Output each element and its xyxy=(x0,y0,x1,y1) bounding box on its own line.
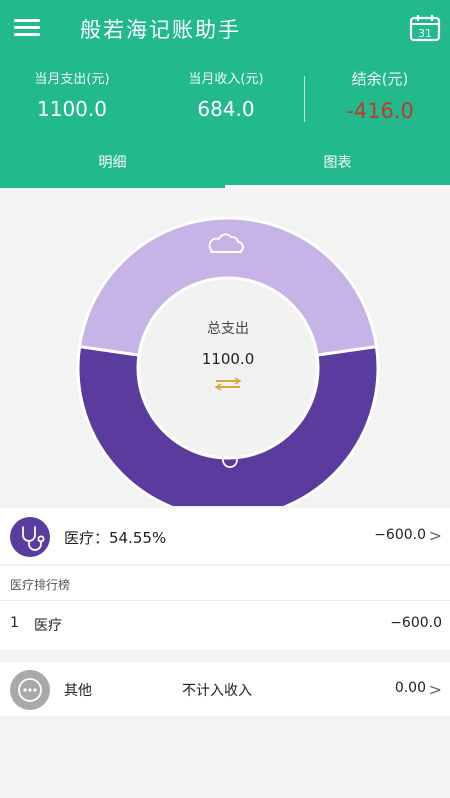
swap-icon[interactable] xyxy=(213,378,243,390)
ranking-divider xyxy=(0,600,450,601)
total-expense-value: 1100.0 xyxy=(201,350,255,368)
category-amount: −600.0 xyxy=(374,527,426,543)
other-name: 其他 xyxy=(64,683,92,699)
ranking-section: 医疗排行榜 1 医疗 −600.0 xyxy=(0,566,450,650)
app-header: 般若海记账助手 31 当月支出(元) 1100.0 当月收入(元) 684.0 … xyxy=(0,0,450,188)
month-balance: 结余(元) -416.0 xyxy=(320,68,440,123)
calendar-day: 31 xyxy=(418,27,432,40)
other-note: 不计入收入 xyxy=(182,683,252,699)
month-balance-value: -416.0 xyxy=(346,99,414,123)
stats-divider xyxy=(304,76,305,122)
donut-center: 总支出 1100.0 xyxy=(140,280,316,456)
total-expense-label: 总支出 xyxy=(207,321,249,337)
chevron-right-icon: > xyxy=(428,526,442,545)
category-row-medical[interactable]: 医疗：54.55% −600.0 > xyxy=(0,508,450,564)
ranking-number: 1 xyxy=(10,615,19,631)
calendar-icon[interactable]: 31 xyxy=(409,14,441,42)
month-expense-value: 1100.0 xyxy=(37,97,107,121)
chevron-right-icon: > xyxy=(428,680,442,699)
month-expense-label: 当月支出(元) xyxy=(34,72,110,87)
app-title: 般若海记账助手 xyxy=(80,18,241,42)
month-income: 当月收入(元) 684.0 xyxy=(166,68,286,121)
month-balance-label: 结余(元) xyxy=(351,70,409,88)
month-income-label: 当月收入(元) xyxy=(188,72,264,87)
month-expense: 当月支出(元) 1100.0 xyxy=(12,68,132,121)
ranking-name: 医疗 xyxy=(34,618,62,634)
category-name: 医疗：54.55% xyxy=(64,529,167,547)
ranking-title: 医疗排行榜 xyxy=(10,578,71,592)
chart-area: 总支出 1100.0 xyxy=(0,188,450,506)
ranking-amount: −600.0 xyxy=(390,615,442,631)
category-row-other[interactable]: 其他 不计入收入 0.00 > xyxy=(0,662,450,716)
tab-chart[interactable]: 图表 xyxy=(225,150,450,188)
medical-category-avatar xyxy=(10,517,50,557)
other-category-avatar xyxy=(10,670,50,710)
menu-icon[interactable] xyxy=(14,16,40,38)
ellipsis-icon xyxy=(18,678,42,702)
other-amount: 0.00 xyxy=(394,680,426,696)
month-income-value: 684.0 xyxy=(197,97,255,121)
stethoscope-icon xyxy=(22,526,45,551)
tab-detail[interactable]: 明细 xyxy=(0,150,225,188)
